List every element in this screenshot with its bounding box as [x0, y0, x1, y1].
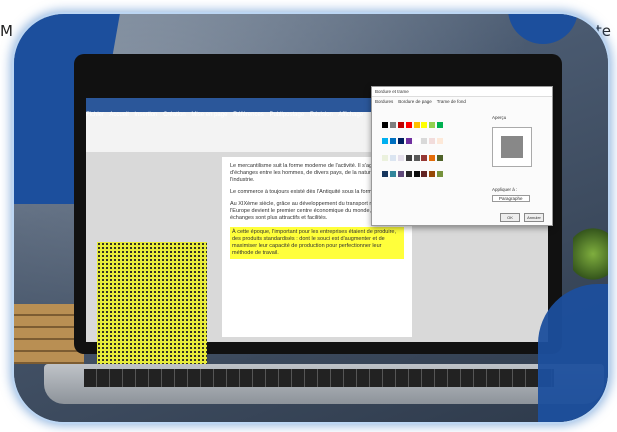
- highlighted-paragraph: À cette époque, l'important pour les ent…: [230, 227, 404, 259]
- color-swatch[interactable]: [405, 154, 412, 161]
- color-swatch[interactable]: [437, 154, 444, 161]
- apply-to-select[interactable]: Paragraphe: [492, 195, 530, 202]
- clipped-heading-left: M: [0, 22, 13, 40]
- color-swatch[interactable]: [382, 138, 388, 145]
- color-palette: [382, 122, 444, 186]
- color-swatch[interactable]: [437, 170, 444, 177]
- color-swatch[interactable]: [389, 138, 396, 145]
- photo-frame: Fichier Accueil Insertion Création Mise …: [14, 14, 608, 422]
- color-swatch[interactable]: [382, 154, 388, 161]
- tab-review[interactable]: Révision: [310, 112, 333, 118]
- color-swatch[interactable]: [429, 154, 436, 161]
- plant: [573, 224, 608, 284]
- screenshot-stage: M te Fichier Accueil Insertion Création …: [0, 0, 617, 432]
- border-preview: [492, 127, 532, 167]
- color-swatch[interactable]: [397, 170, 404, 177]
- color-swatch[interactable]: [413, 154, 420, 161]
- color-swatch[interactable]: [421, 138, 428, 145]
- color-swatch[interactable]: [429, 170, 436, 177]
- preview-label: Aperçu: [492, 115, 507, 120]
- cancel-button[interactable]: Annuler: [524, 213, 544, 222]
- color-swatch[interactable]: [421, 170, 428, 177]
- color-swatch[interactable]: [397, 122, 404, 128]
- tab-view[interactable]: Affichage: [338, 112, 363, 118]
- ok-button[interactable]: OK: [500, 213, 520, 222]
- color-swatch[interactable]: [382, 170, 388, 177]
- tab-layout[interactable]: Mise en page: [191, 112, 227, 118]
- color-swatch[interactable]: [421, 154, 428, 161]
- color-swatch[interactable]: [413, 170, 420, 177]
- laptop-keyboard: [84, 369, 554, 387]
- color-swatch[interactable]: [389, 170, 396, 177]
- color-swatch[interactable]: [405, 170, 412, 177]
- tab-file[interactable]: Fichier: [86, 112, 104, 118]
- tab-home[interactable]: Accueil: [109, 112, 128, 118]
- tab-insert[interactable]: Insertion: [134, 112, 157, 118]
- tab-references[interactable]: Références: [233, 112, 264, 118]
- tab-design[interactable]: Création: [163, 112, 186, 118]
- color-swatch[interactable]: [429, 122, 436, 128]
- tab-borders[interactable]: Bordures: [375, 99, 393, 104]
- yellow-dotted-paper: [97, 242, 207, 370]
- color-swatch[interactable]: [437, 138, 444, 145]
- color-swatch[interactable]: [413, 138, 420, 145]
- dialog-tabs: Bordures Bordure de page Trame de fond: [372, 97, 552, 106]
- color-swatch[interactable]: [429, 138, 436, 145]
- color-swatch[interactable]: [382, 122, 388, 128]
- color-swatch[interactable]: [413, 122, 420, 128]
- word-ribbon-tabs: Fichier Accueil Insertion Création Mise …: [86, 112, 363, 118]
- color-swatch[interactable]: [397, 138, 404, 145]
- tab-mailings[interactable]: Publipostage: [269, 112, 304, 118]
- color-swatch[interactable]: [405, 122, 412, 128]
- color-swatch[interactable]: [389, 122, 396, 128]
- color-swatch[interactable]: [397, 154, 404, 161]
- tab-page-border[interactable]: Bordure de page: [398, 99, 432, 104]
- color-swatch[interactable]: [421, 122, 428, 128]
- tab-shading[interactable]: Trame de fond: [437, 99, 466, 104]
- color-swatch[interactable]: [389, 154, 396, 161]
- color-swatch[interactable]: [405, 138, 412, 145]
- borders-shading-dialog: Bordure et trame Bordures Bordure de pag…: [371, 86, 553, 226]
- dialog-title: Bordure et trame: [372, 87, 552, 97]
- apply-to-label: Appliquer à :: [492, 187, 518, 192]
- color-swatch[interactable]: [437, 122, 444, 128]
